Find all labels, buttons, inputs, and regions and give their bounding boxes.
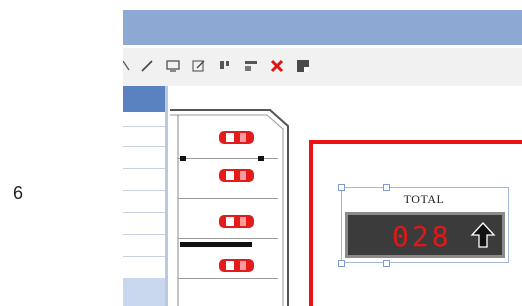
toolbar-icons: [123, 57, 321, 75]
panel-footer: [123, 278, 165, 306]
edit-icon[interactable]: [191, 58, 207, 74]
panel-row[interactable]: [123, 126, 165, 127]
lane-line: [178, 238, 278, 239]
counter-display[interactable]: 028: [345, 212, 505, 258]
display-screen: 028: [348, 215, 502, 255]
car-icon: [218, 258, 255, 273]
car-icon: [218, 168, 255, 183]
zoom-icon[interactable]: [123, 58, 131, 74]
toolbar: [123, 48, 522, 86]
panel-row[interactable]: [123, 168, 165, 169]
panel-row[interactable]: [123, 190, 165, 191]
resize-handle[interactable]: [383, 260, 390, 267]
tutorial-page: 6 TOTAL 028: [0, 0, 522, 306]
monitor-icon[interactable]: [165, 58, 181, 74]
up-arrow-icon: [470, 221, 496, 249]
save-icon[interactable]: [295, 58, 311, 74]
resize-handle[interactable]: [383, 184, 390, 191]
align-icon[interactable]: [217, 58, 233, 74]
panel-row[interactable]: [123, 146, 165, 147]
divider: [258, 156, 264, 161]
panel-row[interactable]: [123, 256, 165, 257]
counter-value: 028: [392, 220, 452, 253]
resize-handle[interactable]: [338, 260, 345, 267]
resize-handle[interactable]: [338, 184, 345, 191]
title-bar: [123, 10, 522, 45]
car-icon: [218, 214, 255, 229]
divider: [180, 242, 252, 247]
panel-row[interactable]: [123, 212, 165, 213]
layout-icon[interactable]: [243, 58, 259, 74]
panel-header: [123, 86, 165, 112]
lane-line: [178, 198, 278, 199]
delete-icon[interactable]: [269, 58, 285, 74]
lane-line: [178, 278, 278, 279]
pencil-icon[interactable]: [139, 58, 155, 74]
car-icon: [218, 130, 255, 145]
divider: [180, 156, 186, 161]
step-number: 6: [12, 183, 23, 203]
left-panel: [123, 86, 168, 306]
counter-label: TOTAL: [403, 192, 445, 206]
parking-lot: [170, 106, 296, 306]
panel-row[interactable]: [123, 234, 165, 235]
